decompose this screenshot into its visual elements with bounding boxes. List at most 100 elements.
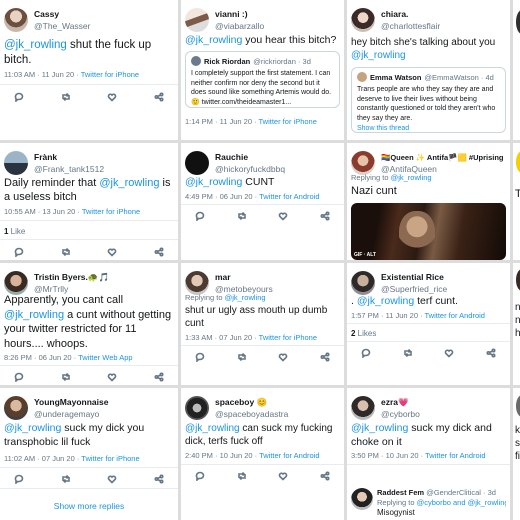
- avatar[interactable]: [4, 8, 28, 32]
- reply-icon[interactable]: [195, 211, 205, 221]
- reply-author-handle[interactable]: @GenderClitical · 3d: [426, 488, 496, 497]
- avatar[interactable]: [351, 271, 375, 295]
- avatar[interactable]: [185, 151, 209, 175]
- display-name[interactable]: Cassy: [34, 9, 174, 20]
- share-icon[interactable]: [320, 471, 330, 481]
- user-handle[interactable]: @hickoryfuckdbbq: [215, 163, 340, 175]
- reply-icon[interactable]: [14, 247, 24, 257]
- reply-mention-link[interactable]: @jk_rowling: [391, 173, 432, 182]
- like-icon[interactable]: [107, 247, 117, 257]
- like-icon[interactable]: [444, 348, 454, 358]
- display-name[interactable]: YoungMayonnaise: [34, 397, 174, 408]
- like-icon[interactable]: [107, 474, 117, 484]
- retweet-icon[interactable]: [237, 352, 247, 362]
- tweet-card-ezra[interactable]: ezra💗 @cyborbo @jk_rowling suck my dick …: [347, 388, 510, 520]
- user-handle[interactable]: @spaceboyadastra: [215, 408, 340, 420]
- like-icon[interactable]: [278, 471, 288, 481]
- tweet-source-link[interactable]: Twitter for iPhone: [259, 333, 317, 342]
- mention-link[interactable]: @jk_rowling: [4, 309, 64, 321]
- like-icon[interactable]: [107, 372, 117, 382]
- tweet-card-existential-rice[interactable]: Existential Rice @Superfried_rice . @jk_…: [347, 263, 510, 385]
- share-icon[interactable]: [154, 372, 164, 382]
- avatar[interactable]: [351, 396, 375, 420]
- show-more-replies-link[interactable]: Show more replies: [0, 501, 178, 511]
- avatar[interactable]: [4, 271, 28, 295]
- display-name[interactable]: vianni :): [215, 9, 340, 20]
- retweet-icon[interactable]: [237, 471, 247, 481]
- mention-link[interactable]: @jk_rowling: [185, 423, 240, 434]
- share-icon[interactable]: [154, 247, 164, 257]
- tweet-source-link[interactable]: Twitter for iPhone: [81, 70, 139, 79]
- share-icon[interactable]: [320, 352, 330, 362]
- user-handle[interactable]: @Superfried_rice: [381, 283, 506, 295]
- user-handle[interactable]: @underagemayo: [34, 408, 174, 420]
- tweet-card-youngmayonnaise[interactable]: YoungMayonnaise @underagemayo @jk_rowlin…: [0, 388, 178, 520]
- reply-avatar[interactable]: [351, 488, 373, 510]
- reply-icon[interactable]: [14, 92, 24, 102]
- reply-icon[interactable]: [195, 352, 205, 362]
- like-icon[interactable]: [278, 211, 288, 221]
- display-name[interactable]: Rauchie: [215, 152, 340, 163]
- mention-link[interactable]: @jk_rowling: [185, 176, 242, 188]
- retweet-icon[interactable]: [403, 348, 413, 358]
- display-name[interactable]: ezra💗: [381, 397, 506, 408]
- tweet-card-tristin[interactable]: Tristin Byers.🐢🎵 @MrTrlly Apparently, yo…: [0, 263, 178, 385]
- tweet-source-link[interactable]: Twitter for iPhone: [82, 207, 140, 216]
- mention-link[interactable]: @jk_rowling: [351, 50, 406, 61]
- mention-link[interactable]: @jk_rowling: [351, 422, 408, 434]
- tweet-card-mar[interactable]: mar @metobeyours Replying to @jk_rowling…: [181, 263, 344, 385]
- avatar[interactable]: [351, 151, 375, 175]
- avatar[interactable]: [185, 271, 209, 295]
- display-name[interactable]: Frànk: [34, 152, 174, 163]
- user-handle[interactable]: @charlottesflair: [381, 20, 506, 32]
- retweet-icon[interactable]: [61, 247, 71, 257]
- mention-link[interactable]: @jk_rowling: [99, 177, 159, 189]
- reply-mention-link[interactable]: @jk_rowling: [225, 293, 266, 302]
- avatar[interactable]: [185, 8, 209, 32]
- retweet-icon[interactable]: [61, 474, 71, 484]
- tweet-card-chiara[interactable]: chiara. @charlottesflair hey bitch she's…: [347, 0, 510, 140]
- tweet-card-vianni[interactable]: vianni :) @viabarzallo @jk_rowling you h…: [181, 0, 344, 140]
- show-thread-link[interactable]: Show this thread: [357, 125, 500, 132]
- tweet-card-rauchie[interactable]: Rauchie @hickoryfuckdbbq @jk_rowling CUN…: [181, 143, 344, 260]
- share-icon[interactable]: [154, 474, 164, 484]
- share-icon[interactable]: [486, 348, 496, 358]
- retweet-icon[interactable]: [237, 211, 247, 221]
- tweet-source-link[interactable]: Twitter for Android: [425, 451, 485, 460]
- tweet-source-link[interactable]: Twitter for Android: [259, 451, 319, 460]
- user-handle[interactable]: @Frank_tank1512: [34, 163, 174, 175]
- gif-media[interactable]: GIF · ALT: [351, 203, 506, 260]
- display-name[interactable]: spaceboy 😊: [215, 397, 340, 408]
- user-handle[interactable]: @viabarzallo: [215, 20, 340, 32]
- tweet-source-link[interactable]: Twitter for iPhone: [81, 454, 139, 463]
- tweet-source-link[interactable]: Twitter for Android: [425, 311, 485, 320]
- avatar[interactable]: [4, 396, 28, 420]
- user-handle[interactable]: @The_Wasser: [34, 20, 174, 32]
- mention-link[interactable]: @jk_rowling: [357, 295, 414, 307]
- tweet-source-link[interactable]: Twitter for Android: [259, 192, 319, 201]
- avatar[interactable]: [4, 151, 28, 175]
- quoted-tweet[interactable]: Emma Watson @EmmaWatson · 4d Trans people…: [351, 67, 506, 133]
- reply-icon[interactable]: [14, 474, 24, 484]
- mention-link[interactable]: @jk_rowling: [185, 34, 242, 46]
- display-name[interactable]: chiara.: [381, 9, 506, 20]
- avatar[interactable]: [351, 8, 375, 32]
- tweet-card-frank[interactable]: Frànk @Frank_tank1512 Daily reminder tha…: [0, 143, 178, 260]
- display-name[interactable]: mar: [215, 272, 340, 283]
- like-count[interactable]: 2 Likes: [351, 329, 376, 338]
- like-count[interactable]: 1 Like: [4, 227, 25, 236]
- display-name[interactable]: Existential Rice: [381, 272, 506, 283]
- retweet-icon[interactable]: [61, 92, 71, 102]
- mention-link[interactable]: @jk_rowling: [4, 39, 67, 51]
- tweet-source-link[interactable]: Twitter for iPhone: [259, 117, 317, 126]
- display-name[interactable]: Tristin Byers.🐢🎵: [34, 272, 174, 283]
- reply-icon[interactable]: [361, 348, 371, 358]
- reply-author-name[interactable]: Raddest Fem: [377, 488, 424, 497]
- like-icon[interactable]: [107, 92, 117, 102]
- avatar[interactable]: [185, 396, 209, 420]
- reply-icon[interactable]: [14, 372, 24, 382]
- display-name[interactable]: 🏳️‍🌈Queen ✨ Antifa🏴🟨 #Uprising: [381, 152, 506, 163]
- user-handle[interactable]: @cyborbo: [381, 408, 506, 420]
- retweet-icon[interactable]: [61, 372, 71, 382]
- share-icon[interactable]: [320, 211, 330, 221]
